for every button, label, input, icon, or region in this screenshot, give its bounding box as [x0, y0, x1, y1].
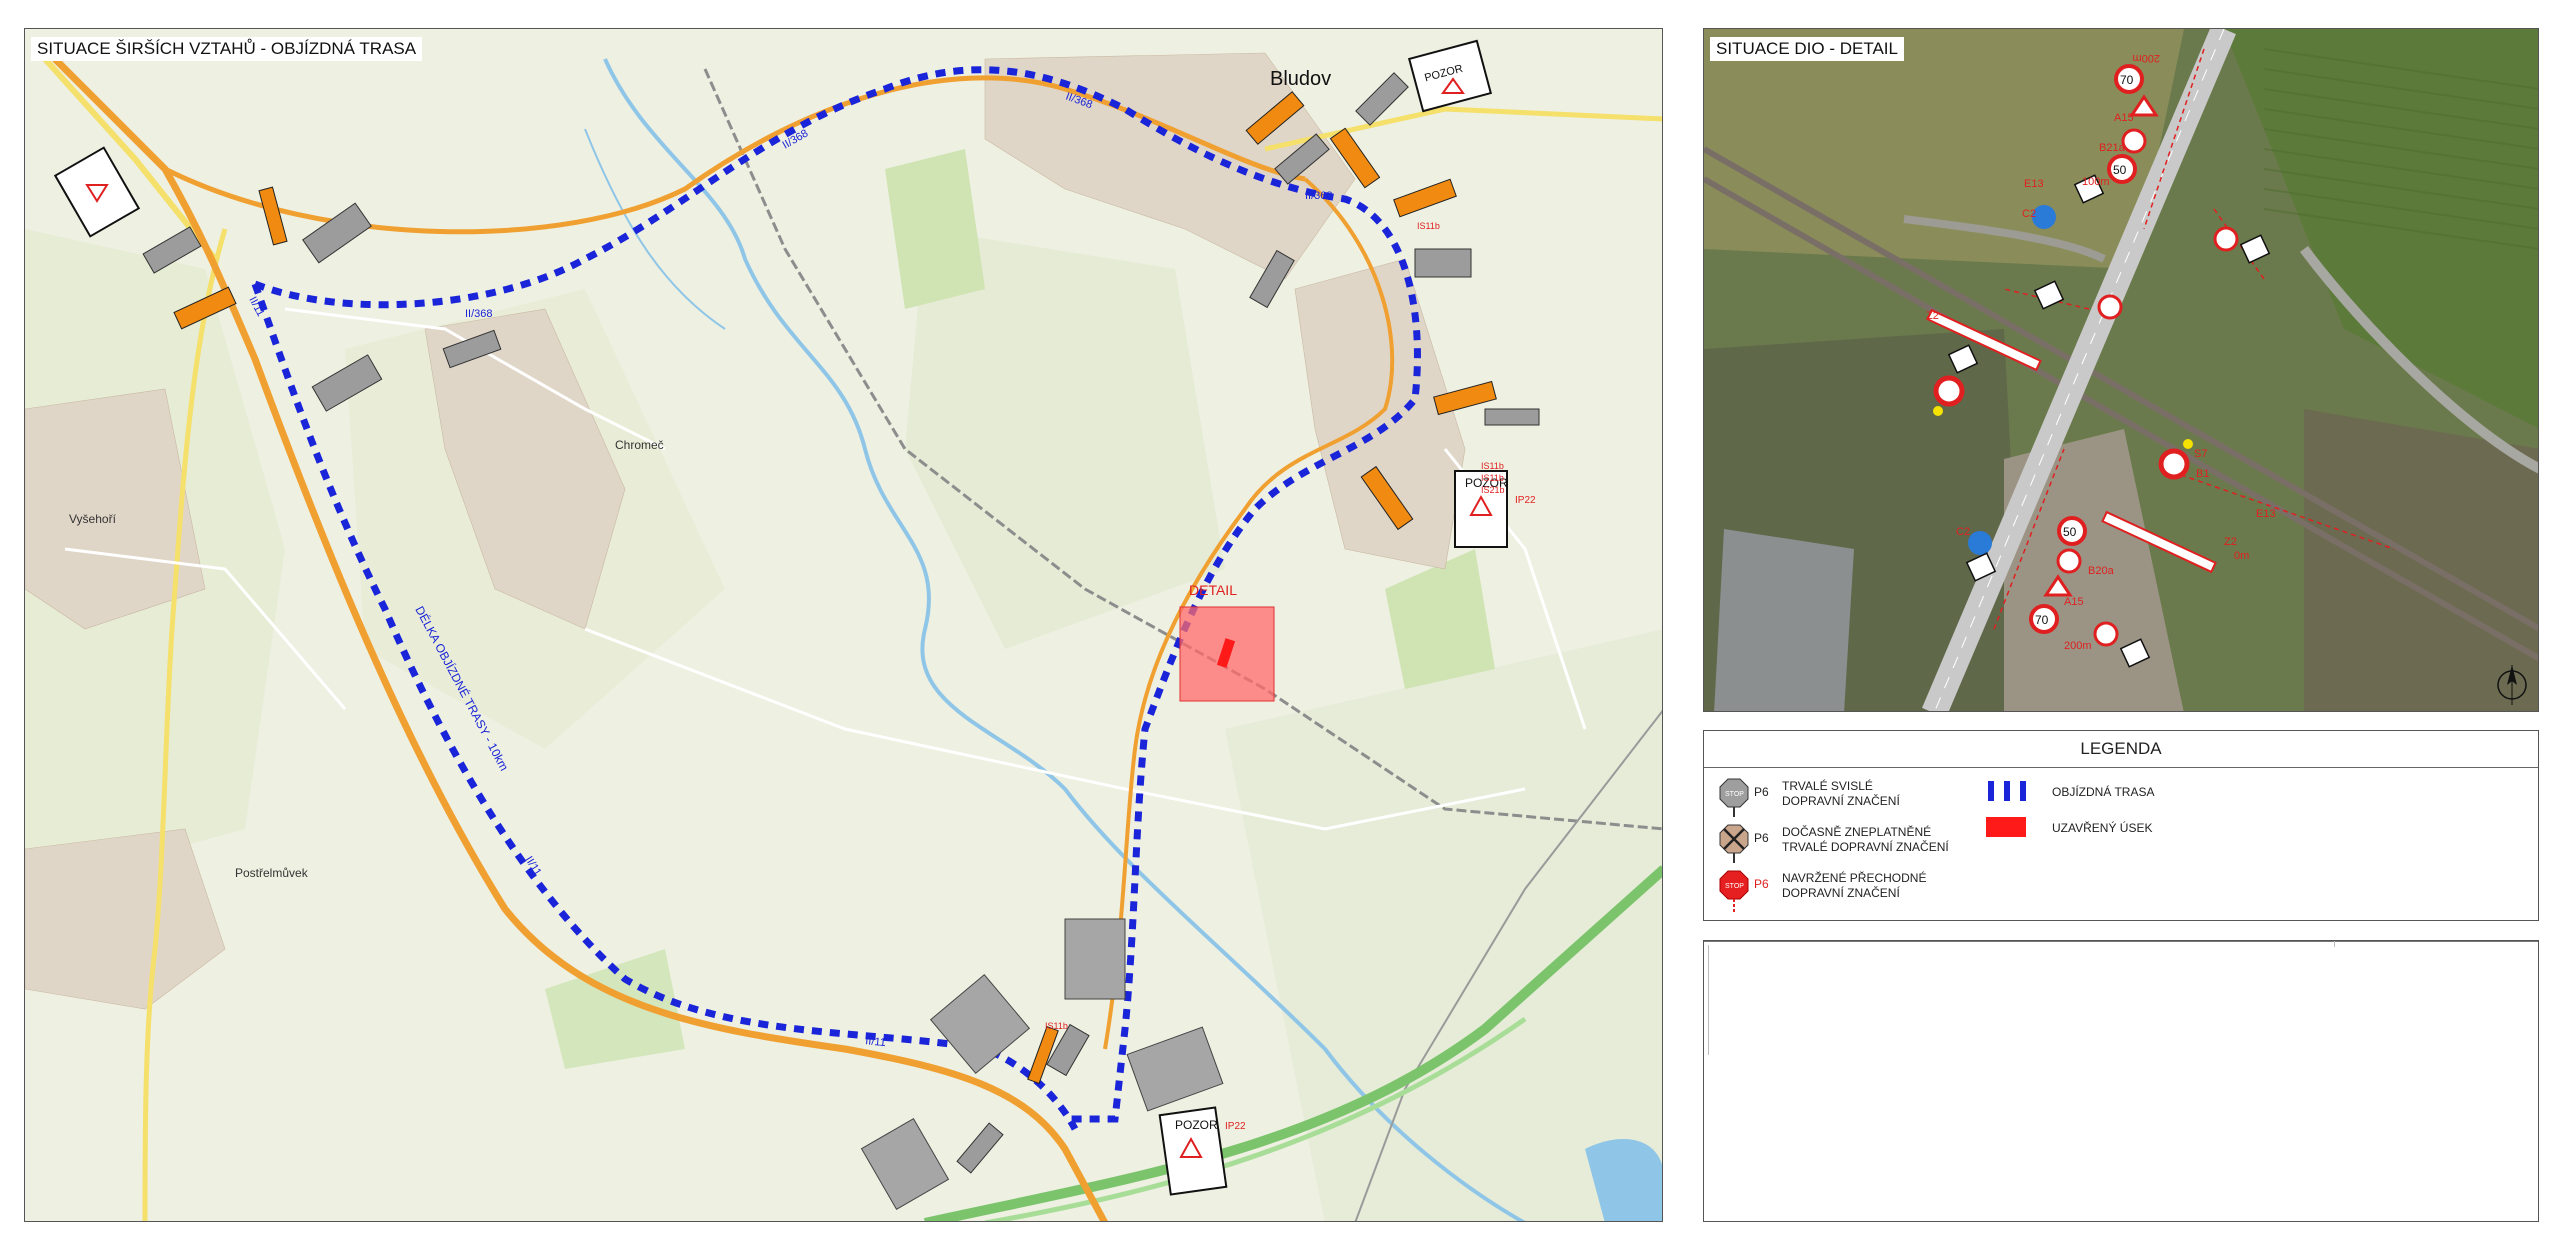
- legend-item-5-label: UZAVŘENÝ ÚSEK: [2052, 821, 2153, 835]
- detail-dist-100: 100m: [2082, 176, 2110, 188]
- detail-code-a15: A15: [2114, 112, 2134, 124]
- svg-text:STOP: STOP: [1725, 883, 1744, 890]
- road-label-ii368-a: II/368: [465, 308, 493, 320]
- legend-code-1: P6: [1754, 785, 1769, 799]
- code-label: IS11b: [1417, 221, 1440, 231]
- speed-sign-50-top: 50: [2107, 154, 2137, 184]
- svg-text:STOP: STOP: [1725, 791, 1744, 798]
- detail-code-z2: Z2: [1926, 310, 1939, 322]
- svg-text:50: 50: [2113, 163, 2127, 177]
- title-block-rule: [1708, 945, 1709, 1055]
- legend-item-2-line1: DOČASNĚ ZNEPLATNĚNÉ: [1782, 825, 1932, 839]
- detail-map-canvas[interactable]: 70 50 50 70 A15 A15 B21a B20a E13 E13 C2…: [1704, 29, 2539, 712]
- svg-text:IP22: IP22: [1225, 1121, 1246, 1132]
- no-overtaking-sign: [2056, 548, 2082, 574]
- detail-code-z2-b: Z2: [2224, 536, 2237, 548]
- place-bludov: Bludov: [1270, 68, 1331, 90]
- detail-map-title: SITUACE DIO - DETAIL: [1710, 37, 1904, 61]
- svg-text:70: 70: [2035, 613, 2049, 627]
- stop-sign-grey-icon: STOP: [1719, 778, 1749, 817]
- svg-text:50: 50: [2063, 525, 2077, 539]
- no-overtaking-sign: [2097, 294, 2123, 320]
- perm-sign: [1414, 248, 1472, 278]
- legend-code-3: P6: [1754, 877, 1769, 891]
- crossed-sign-icon: [1719, 824, 1749, 863]
- code-label: IS11b: [1481, 461, 1504, 471]
- road-label-ii11-c: II/11: [865, 1035, 887, 1049]
- detail-map-panel[interactable]: SITUACE DIO - DETAIL 70 50 50 70 A15 A15…: [1703, 28, 2539, 712]
- legend-item-4-label: OBJÍZDNÁ TRASA: [2052, 785, 2155, 799]
- place-vysehori: Vyšehoří: [69, 512, 117, 526]
- svg-text:70: 70: [2120, 73, 2134, 87]
- detail-code-e13-b: E13: [2256, 508, 2276, 520]
- title-block-panel: [1703, 940, 2539, 1222]
- legend-panel: LEGENDA STOP P6 TRVALÉ SVISLÉ DOPRAVNÍ Z…: [1703, 730, 2539, 921]
- detail-dist-0: 0m: [2234, 550, 2249, 562]
- main-map-canvas[interactable]: II/368 II/368 II/368 II/368 II/11 II/11 …: [25, 29, 1663, 1222]
- marker-dot: [2183, 439, 2193, 449]
- detail-code-e13: E13: [2024, 178, 2044, 190]
- stop-sign-red-icon: STOP: [1719, 870, 1749, 913]
- no-entry-sign: [2158, 448, 2190, 480]
- detail-code-s7: S7: [2194, 448, 2207, 460]
- perm-sign: [1484, 408, 1540, 426]
- legend-item-1-line2: DOPRAVNÍ ZNAČENÍ: [1782, 794, 1900, 808]
- detail-label: DETAIL: [1189, 582, 1237, 598]
- code-label: IS11b: [1045, 1021, 1068, 1031]
- no-entry-sign: [1933, 375, 1965, 407]
- svg-text:IP22: IP22: [1515, 495, 1536, 506]
- detail-code-c2-b: C2: [1956, 526, 1970, 538]
- main-map-title: SITUACE ŠIRŠÍCH VZTAHŮ - OBJÍZDNÁ TRASA: [31, 37, 423, 61]
- place-postrelmuvek: Postřelmůvek: [235, 866, 309, 880]
- closed-section-symbol: [1986, 817, 2026, 837]
- speed-sign-70-bottom: 70: [2029, 604, 2059, 634]
- main-map-panel[interactable]: SITUACE ŠIRŠÍCH VZTAHŮ - OBJÍZDNÁ TRASA: [24, 28, 1663, 1222]
- code-label: IS11b: [1481, 473, 1504, 483]
- legend-item-1-line1: TRVALÉ SVISLÉ: [1782, 779, 1873, 793]
- legend-item-2-line2: TRVALÉ DOPRAVNÍ ZNAČENÍ: [1782, 840, 1949, 854]
- detail-dist-200: 200m: [2132, 52, 2160, 64]
- roundabout-tile: [1064, 918, 1126, 1000]
- speed-sign-50-bottom: 50: [2057, 516, 2087, 546]
- place-chromec: Chromeč: [615, 438, 664, 452]
- legend-item-3-line1: NAVRŽENÉ PŘECHODNÉ: [1782, 871, 1927, 885]
- legend-code-2: P6: [1754, 831, 1769, 845]
- legend-item-3-line2: DOPRAVNÍ ZNAČENÍ: [1782, 886, 1900, 900]
- speed-sign-70-top: 70: [2114, 64, 2144, 94]
- no-overtaking-sign: [2121, 128, 2147, 154]
- title-block-rule: [2334, 941, 2335, 947]
- code-label: IS21b: [1481, 485, 1505, 495]
- title-block-rule: [1704, 941, 2538, 942]
- detail-code-b21a: B21a: [2099, 142, 2126, 154]
- detail-code-c2: C2: [2022, 208, 2036, 220]
- no-overtaking-sign: [2213, 226, 2239, 252]
- legend-title: LEGENDA: [1704, 731, 2538, 768]
- detour-route-symbol: [1988, 781, 2026, 801]
- detail-code-b20a: B20a: [2088, 565, 2115, 577]
- detail-code-b1: B1: [2196, 468, 2209, 480]
- roundabout-sign: [1968, 531, 1992, 555]
- road-label-ii368-d: II/368: [1305, 190, 1333, 202]
- marker-dot: [1933, 406, 1943, 416]
- detail-dist-200-b: 200m: [2064, 640, 2092, 652]
- svg-text:POZOR: POZOR: [1175, 1118, 1218, 1132]
- no-overtaking-sign: [2093, 621, 2119, 647]
- detail-code-a15-b: A15: [2064, 596, 2084, 608]
